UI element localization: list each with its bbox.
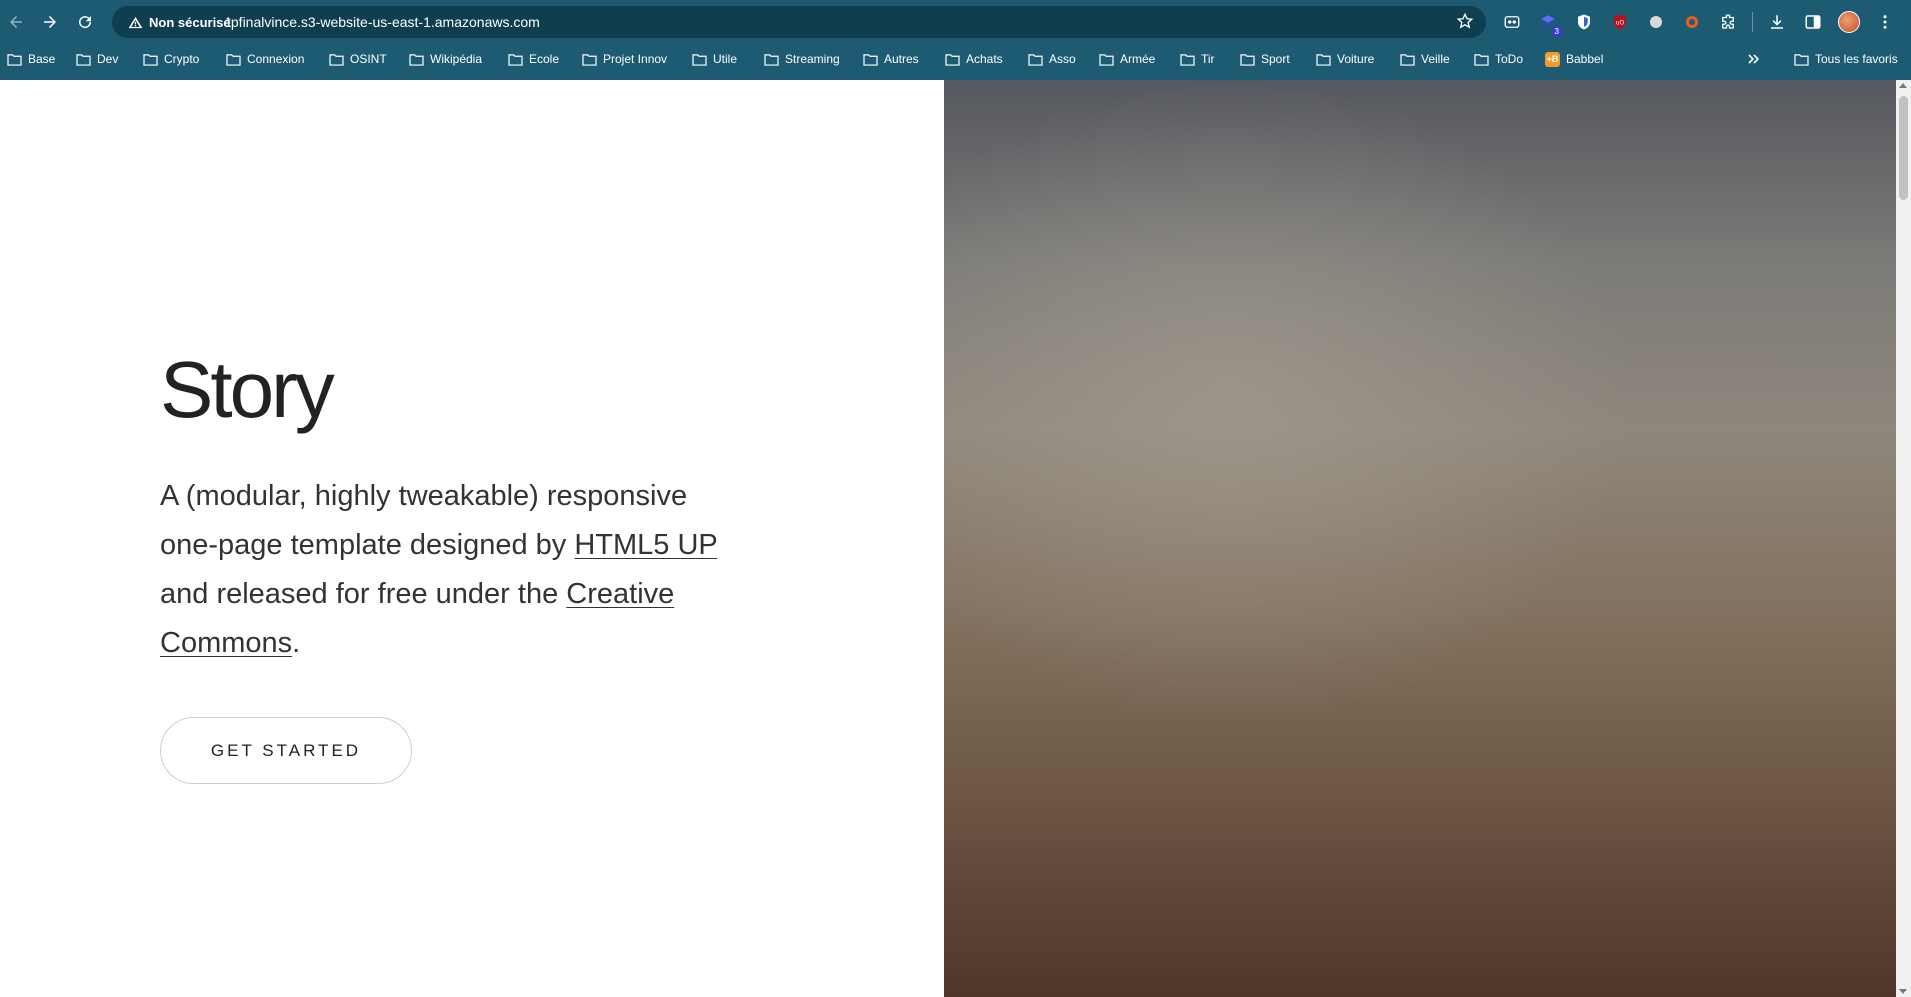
back-button[interactable] — [4, 10, 28, 34]
folder-icon — [226, 53, 241, 66]
bookmark-folder-veille[interactable]: Veille — [1400, 46, 1450, 72]
bookmark-folder-osint[interactable]: OSINT — [329, 46, 387, 72]
scrollbar[interactable] — [1896, 80, 1911, 997]
folder-icon — [409, 53, 424, 66]
page-viewport: Story A (modular, highly tweakable) resp… — [0, 80, 1911, 997]
folder-icon — [582, 53, 597, 66]
bookmark-folder-projet-innov[interactable]: Projet Innov — [582, 46, 667, 72]
babbel-icon: +B — [1545, 51, 1560, 67]
extension-badge: 3 — [1551, 27, 1562, 37]
bookmark-folder-todo[interactable]: ToDo — [1474, 46, 1523, 72]
avatar — [1838, 11, 1860, 33]
html5up-link[interactable]: HTML5 UP — [574, 529, 717, 561]
warning-icon — [128, 16, 143, 28]
circle-icon — [1650, 16, 1662, 28]
download-icon — [1771, 15, 1783, 29]
bookmark-folder-tir[interactable]: Tir — [1180, 46, 1215, 72]
reload-icon — [79, 16, 92, 29]
bookmark-folder-autres[interactable]: Autres — [863, 46, 919, 72]
shield-icon — [1578, 14, 1590, 30]
bookmark-folder-ecole[interactable]: Ecole — [508, 46, 559, 72]
scroll-down-arrow[interactable] — [1899, 989, 1907, 994]
security-chip[interactable]: Non sécurisé — [120, 10, 239, 34]
bookmark-babbel[interactable]: +B Babbel — [1545, 46, 1603, 72]
bookmark-folder-base[interactable]: Base — [7, 46, 55, 72]
extension-button-3[interactable] — [1572, 10, 1596, 34]
folder-icon — [143, 53, 158, 66]
banner-content: Story A (modular, highly tweakable) resp… — [160, 350, 740, 784]
bookmark-folder-sport[interactable]: Sport — [1240, 46, 1290, 72]
bookmark-folder-dev[interactable]: Dev — [76, 46, 118, 72]
browser-chrome: Non sécurisé tpfinalvince.s3-website-us-… — [0, 0, 1911, 80]
url-text[interactable]: tpfinalvince.s3-website-us-east-1.amazon… — [227, 14, 540, 30]
bookmark-star-button[interactable] — [1456, 12, 1476, 32]
bookmark-folder-voiture[interactable]: Voiture — [1316, 46, 1374, 72]
banner-image — [944, 80, 1896, 997]
folder-icon — [764, 53, 779, 66]
folder-icon — [1474, 53, 1489, 66]
bookmark-folder-connexion[interactable]: Connexion — [226, 46, 304, 72]
scroll-up-arrow[interactable] — [1899, 83, 1907, 88]
address-bar[interactable]: Non sécurisé tpfinalvince.s3-website-us-… — [112, 6, 1486, 38]
folder-icon — [1400, 53, 1415, 66]
folder-icon — [329, 53, 344, 66]
bookmark-folder-asso[interactable]: Asso — [1028, 46, 1076, 72]
all-bookmarks-button[interactable]: Tous les favoris — [1794, 46, 1898, 72]
folder-icon — [1099, 53, 1114, 66]
folder-icon — [1316, 53, 1331, 66]
extensions-area: 3 uO — [1500, 10, 1909, 37]
folder-icon — [7, 53, 22, 66]
bookmark-folder-armee[interactable]: Armée — [1099, 46, 1155, 72]
bookmark-folder-crypto[interactable]: Crypto — [143, 46, 199, 72]
ring-icon — [1686, 16, 1698, 28]
folder-icon — [76, 53, 91, 66]
chevron-double-right-icon[interactable] — [1745, 50, 1763, 68]
folder-icon — [508, 53, 523, 66]
scroll-thumb[interactable] — [1899, 96, 1908, 200]
bookmark-folder-streaming[interactable]: Streaming — [764, 46, 840, 72]
side-panel-button[interactable] — [1801, 10, 1825, 34]
browser-toolbar: Non sécurisé tpfinalvince.s3-website-us-… — [0, 0, 1911, 44]
extensions-menu-button[interactable] — [1716, 10, 1740, 34]
bookmark-folder-utile[interactable]: Utile — [692, 46, 737, 72]
folder-icon — [692, 53, 707, 66]
profile-button[interactable] — [1837, 10, 1861, 34]
folder-icon — [1240, 53, 1255, 66]
reload-button[interactable] — [73, 10, 97, 34]
menu-icon — [1883, 15, 1887, 29]
toolbar-separator — [1752, 12, 1753, 32]
back-icon — [10, 16, 22, 28]
lead-paragraph: A (modular, highly tweakable) responsive… — [160, 480, 718, 659]
browser-menu-button[interactable] — [1873, 10, 1897, 34]
forward-button[interactable] — [38, 10, 62, 34]
folder-icon — [1794, 53, 1809, 66]
extension-button-6[interactable] — [1680, 10, 1704, 34]
folder-icon — [945, 53, 960, 66]
extension-button-4[interactable]: uO — [1608, 10, 1632, 34]
star-icon — [1456, 12, 1474, 29]
folder-icon — [1180, 53, 1195, 66]
extension-button-5[interactable] — [1644, 10, 1668, 34]
extension-icon — [1722, 14, 1734, 29]
bookmark-folder-wikipedia[interactable]: Wikipédia — [409, 46, 482, 72]
extension-button-2[interactable]: 3 — [1536, 10, 1562, 37]
ublock-icon: uO — [1614, 14, 1626, 30]
security-label: Non sécurisé — [149, 14, 231, 30]
glasses-icon — [1504, 16, 1520, 28]
svg-text:uO: uO — [1616, 19, 1625, 26]
downloads-button[interactable] — [1765, 10, 1789, 34]
extension-button-1[interactable] — [1500, 10, 1524, 34]
get-started-button[interactable]: GET STARTED — [160, 717, 412, 784]
side-panel-icon — [1805, 15, 1821, 29]
bookmark-folder-achats[interactable]: Achats — [945, 46, 1003, 72]
folder-icon — [1028, 53, 1043, 66]
forward-icon — [44, 16, 56, 28]
bookmarks-bar: Base Dev Crypto Connexion OSINT Wikipédi… — [0, 46, 1911, 72]
page-title: Story — [160, 345, 335, 434]
folder-icon — [863, 53, 878, 66]
